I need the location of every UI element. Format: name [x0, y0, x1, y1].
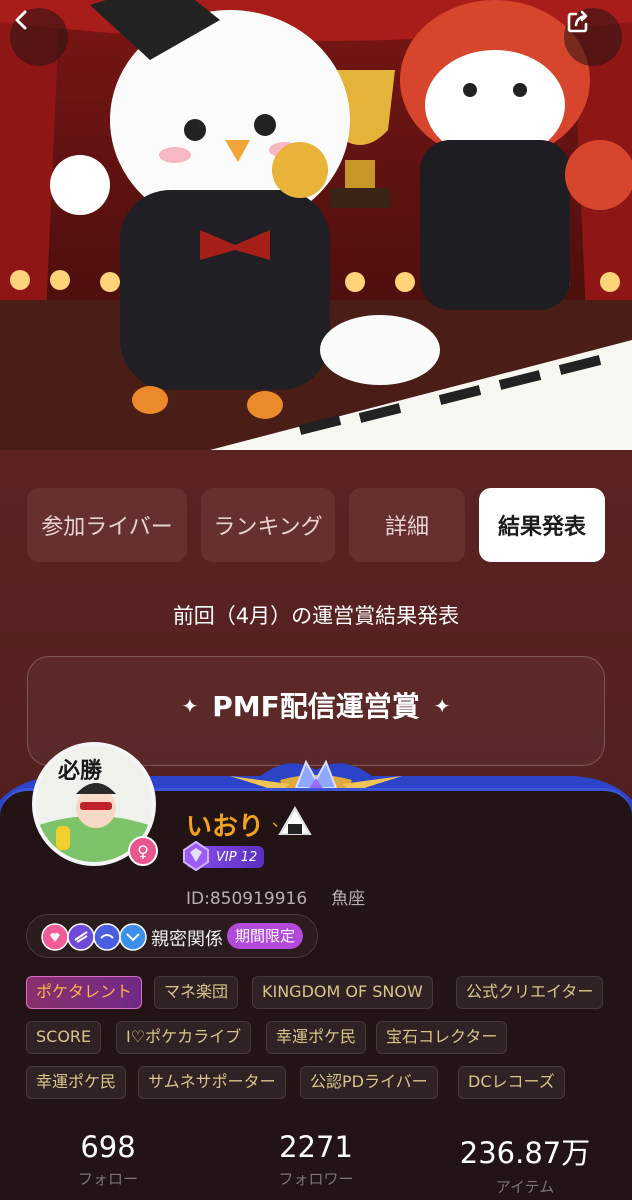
stat-followers[interactable]: 2271 フォロワー — [256, 1130, 376, 1189]
tag-item[interactable]: 公式クリエイター — [456, 976, 604, 1009]
onigiri-icon: 、 — [272, 805, 312, 835]
tag-item[interactable]: ポケタレント — [26, 976, 143, 1009]
tag-item[interactable]: DCレコーズ — [458, 1066, 565, 1099]
zodiac-sign: 魚座 — [331, 889, 366, 909]
relationship-icons — [41, 923, 147, 951]
hero-illustration — [0, 0, 632, 450]
stat-label: フォロー — [77, 1170, 138, 1188]
stat-label: フォロワー — [278, 1170, 354, 1188]
limited-time-badge: 期間限定 — [227, 923, 304, 949]
tag-item[interactable]: サムネサポーター — [138, 1066, 286, 1099]
stat-items[interactable]: 236.87万 アイテム — [440, 1130, 610, 1197]
stat-following[interactable]: 698 フォロー — [48, 1130, 168, 1189]
stat-value: 698 — [80, 1130, 136, 1164]
profile-meta: ID:850919916 魚座 — [186, 884, 365, 909]
tag-item[interactable]: 幸運ポケ民 — [26, 1066, 127, 1099]
award-title: PMF配信運営賞 — [212, 690, 420, 723]
tag-item[interactable]: 幸運ポケ民 — [266, 1021, 367, 1054]
hero-banner — [0, 0, 632, 450]
avatar-text: 必勝 — [58, 758, 103, 784]
relationship-row[interactable]: 親密関係 期間限定 — [26, 914, 318, 958]
back-button[interactable] — [10, 8, 68, 66]
tag-item[interactable]: I♡ポケカライブ — [116, 1021, 252, 1054]
tab-results[interactable]: 結果発表 — [479, 488, 605, 562]
tag-item[interactable]: SCORE — [26, 1021, 102, 1054]
stat-value: 236.87万 — [459, 1136, 591, 1170]
tab-bar: 参加ライバー ランキング 詳細 結果発表 — [27, 488, 605, 562]
username: いおり — [186, 812, 265, 842]
tag-item[interactable]: KINGDOM OF SNOW — [252, 976, 433, 1009]
tag-item[interactable]: マネ楽団 — [154, 976, 239, 1009]
female-gender-icon: ♀ — [128, 836, 158, 866]
user-id: ID:850919916 — [186, 889, 308, 909]
stat-label: アイテム — [495, 1178, 555, 1196]
sparkle-icon: ✦ — [433, 694, 451, 718]
relationship-label: 親密関係 — [151, 929, 223, 950]
tab-details[interactable]: 詳細 — [349, 488, 465, 562]
vip-gem-icon — [183, 840, 209, 872]
tag-item[interactable]: 宝石コレクター — [376, 1021, 508, 1054]
svg-text:、: 、 — [272, 811, 288, 830]
tag-item[interactable]: 公認PDライバー — [300, 1066, 438, 1099]
results-subtitle: 前回（4月）の運営賞結果発表 — [172, 604, 460, 628]
event-content: 参加ライバー ランキング 詳細 結果発表 前回（4月）の運営賞結果発表 ✦ PMF… — [0, 450, 632, 1200]
tab-participants[interactable]: 参加ライバー — [27, 488, 187, 562]
share-icon — [567, 10, 588, 33]
stat-value: 2271 — [279, 1130, 353, 1164]
tab-ranking[interactable]: ランキング — [201, 488, 335, 562]
chevron-left-icon — [15, 10, 27, 30]
share-button[interactable] — [564, 8, 622, 66]
award-title-row: ✦ PMF配信運営賞 ✦ — [28, 685, 604, 725]
sparkle-icon: ✦ — [181, 694, 199, 718]
winner-profile-card: 必勝 ♀ いおり 、 VIP 12 ID:850919916 魚座 親密関係 期… — [0, 740, 632, 1200]
